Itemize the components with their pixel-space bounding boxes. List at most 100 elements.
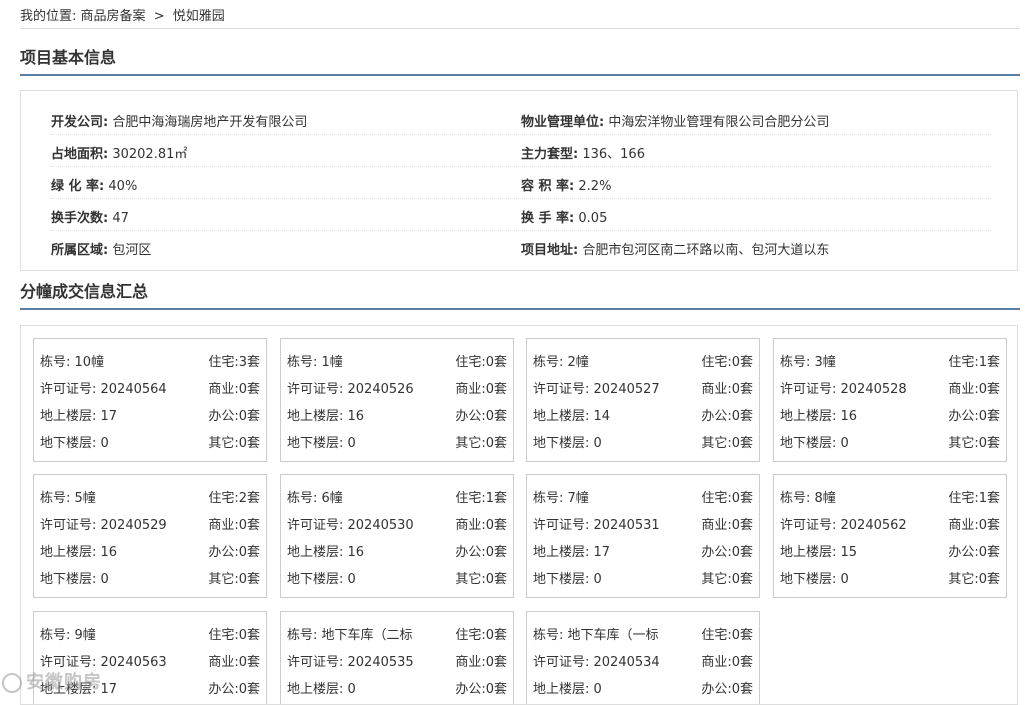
- card-field-above: 地上楼层: 14: [533, 409, 611, 424]
- card-field-building: 栋号: 6幢: [287, 491, 343, 506]
- watermark: 安徽购房: [2, 668, 102, 694]
- card-line: 栋号: 9幢 住宅:0套: [40, 618, 260, 645]
- info-row: 所属区域: 包河区 项目地址: 合肥市包河区南二环路以南、包河大道以东: [51, 230, 991, 262]
- info-label: 换手次数:: [51, 211, 109, 226]
- card-field-residential: 住宅:0套: [455, 355, 507, 370]
- card-field-permit: 许可证号: 20240564: [40, 382, 167, 397]
- card-field-other: 其它:0套: [208, 436, 260, 451]
- watermark-logo-icon: [2, 673, 22, 693]
- breadcrumb-link-housing-filing[interactable]: 商品房备案: [81, 9, 146, 24]
- card-field-commercial: 商业:0套: [455, 518, 507, 533]
- info-label: 所属区域:: [51, 243, 109, 258]
- card-field-building: 栋号: 8幢: [780, 491, 836, 506]
- info-label: 开发公司:: [51, 115, 109, 130]
- card-line: 地下楼层: 其它:: [533, 699, 753, 704]
- card-field-commercial: 商业:0套: [455, 655, 507, 670]
- card-line: 地上楼层: 16 办公:0套: [780, 399, 1000, 426]
- card-field-residential: 住宅:0套: [455, 628, 507, 643]
- card-line: 许可证号: 20240531 商业:0套: [533, 508, 753, 535]
- card-field-office: 办公:0套: [208, 545, 260, 560]
- card-line: 地下楼层: 0 其它:0套: [40, 426, 260, 453]
- card-line: 许可证号: 20240562 商业:0套: [780, 508, 1000, 535]
- card-field-building: 栋号: 地下车库（二标: [287, 628, 413, 643]
- watermark-text: 安徽购房: [26, 672, 102, 693]
- card-field-below: 地下楼层: 0: [287, 436, 356, 451]
- card-line: 地上楼层: 17 办公:0套: [40, 399, 260, 426]
- card-line: 地下楼层: 0 其它:0套: [287, 426, 507, 453]
- info-value: 合肥市包河区南二环路以南、包河大道以东: [582, 243, 830, 258]
- card-field-building: 栋号: 9幢: [40, 628, 96, 643]
- project-info-panel: 开发公司: 合肥中海海瑞房地产开发有限公司 物业管理单位: 中海宏洋物业管理有限…: [20, 90, 1018, 271]
- building-card: 栋号: 5幢 住宅:2套 许可证号: 20240529 商业:0套 地上楼层: 16 办公…: [33, 474, 267, 598]
- card-field-residential: 住宅:1套: [948, 355, 1000, 370]
- card-field-commercial: 商业:0套: [208, 518, 260, 533]
- card-field-above: 地上楼层: 0: [533, 682, 602, 697]
- info-value: 中海宏洋物业管理有限公司合肥分公司: [608, 115, 830, 130]
- card-field-building: 栋号: 1幢: [287, 355, 343, 370]
- info-row: 占地面积: 30202.81㎡ 主力套型: 136、166: [51, 134, 991, 167]
- info-label: 占地面积:: [51, 147, 109, 162]
- info-label: 物业管理单位:: [521, 115, 605, 130]
- card-field-other: 其它:0套: [948, 572, 1000, 587]
- card-field-other: 其它:0套: [701, 436, 753, 451]
- breadcrumb-prefix: 我的位置:: [20, 9, 77, 24]
- breadcrumb-current: 悦如雅园: [172, 9, 225, 24]
- card-line: 许可证号: 20240527 商业:0套: [533, 372, 753, 399]
- card-field-residential: 住宅:2套: [208, 491, 260, 506]
- card-field-residential: 住宅:0套: [701, 491, 753, 506]
- card-field-below: 地下楼层: 0: [780, 436, 849, 451]
- card-field-above: 地上楼层: 16: [40, 545, 118, 560]
- info-label: 换 手 率:: [521, 211, 575, 226]
- card-field-below: 地下楼层: 0: [40, 572, 109, 587]
- card-line: 许可证号: 20240564 商业:0套: [40, 372, 260, 399]
- card-field-above: 地上楼层: 17: [533, 545, 611, 560]
- card-field-other: 其它:0套: [208, 572, 260, 587]
- card-field-building: 栋号: 2幢: [533, 355, 589, 370]
- building-card: 栋号: 10幢 住宅:3套 许可证号: 20240564 商业:0套 地上楼层: 17 办…: [33, 338, 267, 462]
- card-field-residential: 住宅:0套: [701, 628, 753, 643]
- card-line: 地上楼层: 15 办公:0套: [780, 535, 1000, 562]
- card-field-building: 栋号: 7幢: [533, 491, 589, 506]
- card-field-below: 地下楼层: 0: [780, 572, 849, 587]
- card-field-permit: 许可证号: 20240534: [533, 655, 660, 670]
- card-line: 许可证号: 20240530 商业:0套: [287, 508, 507, 535]
- building-card: 栋号: 1幢 住宅:0套 许可证号: 20240526 商业:0套 地上楼层: 16 办公…: [280, 338, 514, 462]
- building-card: 栋号: 地下车库（一标 住宅:0套许可证号: 20240534 商业:0套地上楼层:…: [526, 611, 760, 704]
- card-line: 许可证号: 20240534 商业:0套: [533, 645, 753, 672]
- card-line: 地下楼层: 其它:: [287, 699, 507, 704]
- card-field-above: 地上楼层: 17: [40, 409, 118, 424]
- card-line: 栋号: 8幢 住宅:1套: [780, 481, 1000, 508]
- card-line: 地上楼层: 14 办公:0套: [533, 399, 753, 426]
- card-line: 地下楼层: 其它:: [40, 699, 260, 704]
- card-line: 地上楼层: 0 办公:0套: [533, 672, 753, 699]
- card-field-other: 其它:0套: [701, 572, 753, 587]
- info-label: 容 积 率:: [521, 179, 575, 194]
- card-line: 地上楼层: 16 办公:0套: [287, 399, 507, 426]
- card-line: 许可证号: 20240535 商业:0套: [287, 645, 507, 672]
- card-field-office: 办公:0套: [948, 409, 1000, 424]
- card-field-commercial: 商业:0套: [701, 655, 753, 670]
- card-field-below: 地下楼层: 0: [533, 436, 602, 451]
- divider: [20, 28, 1020, 29]
- card-field-permit: 许可证号: 20240529: [40, 518, 167, 533]
- card-field-permit: 许可证号: 20240530: [287, 518, 414, 533]
- building-card: 栋号: 8幢 住宅:1套许可证号: 20240562 商业:0套 地上楼层: 15 办公…: [773, 474, 1007, 598]
- info-value: 47: [112, 211, 129, 226]
- card-field-commercial: 商业:0套: [948, 382, 1000, 397]
- breadcrumb: 我的位置: 商品房备案 > 悦如雅园: [20, 5, 225, 24]
- card-field-commercial: 商业:0套: [701, 382, 753, 397]
- card-field-below: 地下楼层: 0: [533, 572, 602, 587]
- card-field-above: 地上楼层: 16: [780, 409, 858, 424]
- card-field-below: 地下楼层: 0: [287, 572, 356, 587]
- section-title-project-info: 项目基本信息: [20, 44, 1020, 76]
- card-field-building: 栋号: 地下车库（一标: [533, 628, 659, 643]
- building-card: 栋号: 地下车库（二标 住宅:0套 许可证号: 20240535 商业:0套 地上楼层:…: [280, 611, 514, 704]
- card-field-above: 地上楼层: 15: [780, 545, 858, 560]
- card-field-residential: 住宅:1套: [948, 491, 1000, 506]
- card-field-other: 其它:0套: [455, 572, 507, 587]
- card-field-office: 办公:0套: [208, 409, 260, 424]
- card-field-residential: 住宅:0套: [208, 628, 260, 643]
- card-field-commercial: 商业:0套: [948, 518, 1000, 533]
- card-field-above: 地上楼层: 16: [287, 545, 365, 560]
- info-value: 2.2%: [578, 179, 612, 194]
